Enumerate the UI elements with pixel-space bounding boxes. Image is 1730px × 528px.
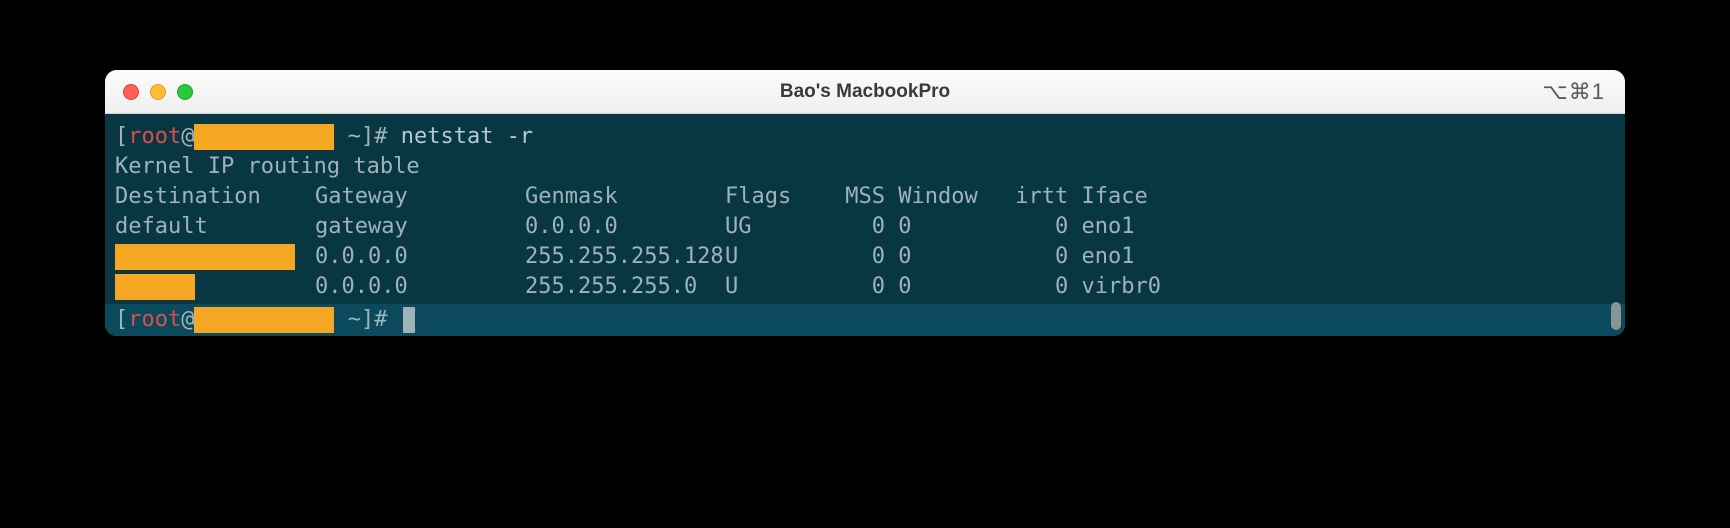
traffic-lights: [105, 84, 193, 100]
destination-redacted: [115, 274, 195, 300]
cell-iface: eno1: [1082, 242, 1202, 272]
cell-flags: UG: [725, 212, 825, 242]
prompt-user: root: [128, 122, 181, 152]
hostname-redacted: [194, 124, 334, 150]
table-row: default gateway 0.0.0.0 UG 0 0 0 eno1: [105, 212, 1625, 242]
prompt-open: [: [115, 122, 128, 152]
cell-flags: U: [725, 272, 825, 302]
prompt-at: @: [181, 122, 194, 152]
prompt-tail: ~]#: [334, 305, 400, 335]
cell-genmask: 255.255.255.128: [525, 242, 725, 272]
header-destination: Destination: [115, 182, 315, 212]
cell-iface: eno1: [1082, 212, 1202, 242]
cell-genmask: 255.255.255.0: [525, 272, 725, 302]
header-genmask: Genmask: [525, 182, 725, 212]
command-text: netstat -r: [401, 122, 533, 152]
cell-window: 0: [898, 212, 988, 242]
cell-mss: 0: [825, 242, 885, 272]
cell-iface: virbr0: [1082, 272, 1202, 302]
cursor-icon: [403, 307, 415, 333]
cell-irtt: 0: [988, 212, 1068, 242]
table-row: 0.0.0.0 255.255.255.0 U 0 0 0 virbr0: [105, 272, 1625, 302]
titlebar[interactable]: Bao's MacbookPro ⌥⌘1: [105, 70, 1625, 114]
cell-mss: 0: [825, 272, 885, 302]
cell-irtt: 0: [988, 272, 1068, 302]
cell-gateway: 0.0.0.0: [315, 242, 525, 272]
prompt-at: @: [181, 305, 194, 335]
cell-destination: [115, 272, 315, 302]
cell-gateway: gateway: [315, 212, 525, 242]
table-header-row: Destination Gateway Genmask Flags MSS Wi…: [105, 182, 1625, 212]
prompt-tail: ~]#: [334, 122, 400, 152]
header-window: Window: [898, 182, 988, 212]
header-mss: MSS: [825, 182, 885, 212]
window-title: Bao's MacbookPro: [105, 81, 1625, 103]
hostname-redacted: [194, 307, 334, 333]
cell-genmask: 0.0.0.0: [525, 212, 725, 242]
prompt-open: [: [115, 305, 128, 335]
zoom-icon[interactable]: [177, 84, 193, 100]
cell-destination: default: [115, 212, 315, 242]
cell-irtt: 0: [988, 242, 1068, 272]
cell-destination: [115, 242, 315, 272]
table-row: 0.0.0.0 255.255.255.128 U 0 0 0 eno1: [105, 242, 1625, 272]
prompt-user: root: [128, 305, 181, 335]
header-irtt: irtt: [988, 182, 1068, 212]
cell-window: 0: [898, 272, 988, 302]
cell-mss: 0: [825, 212, 885, 242]
window-shortcut: ⌥⌘1: [1542, 79, 1605, 105]
cell-window: 0: [898, 242, 988, 272]
scrollbar-thumb[interactable]: [1611, 302, 1621, 330]
destination-redacted: [115, 244, 295, 270]
terminal-body[interactable]: [root@ ~]# netstat -r Kernel IP routing …: [105, 114, 1625, 336]
cell-flags: U: [725, 242, 825, 272]
prompt-line-2[interactable]: [root@ ~]#: [105, 304, 1625, 336]
prompt-line-1: [root@ ~]# netstat -r: [105, 122, 1625, 152]
header-iface: Iface: [1082, 182, 1202, 212]
header-flags: Flags: [725, 182, 825, 212]
cell-gateway: 0.0.0.0: [315, 272, 525, 302]
routing-table-title: Kernel IP routing table: [105, 152, 1625, 182]
close-icon[interactable]: [123, 84, 139, 100]
terminal-window: Bao's MacbookPro ⌥⌘1 [root@ ~]# netstat …: [105, 70, 1625, 336]
minimize-icon[interactable]: [150, 84, 166, 100]
header-gateway: Gateway: [315, 182, 525, 212]
